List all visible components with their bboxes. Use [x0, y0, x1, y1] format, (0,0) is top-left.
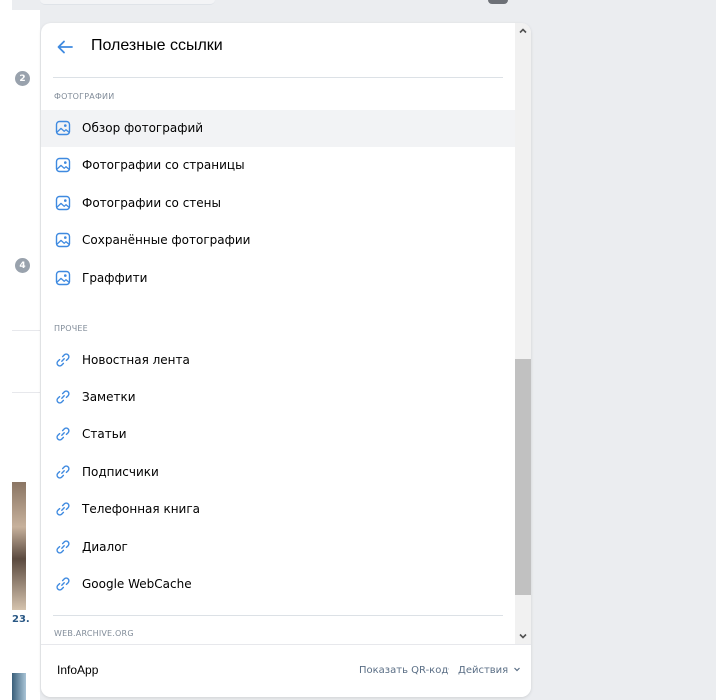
- link-label: Статьи: [82, 427, 127, 441]
- chevron-down-icon: [519, 633, 527, 639]
- image-icon: [55, 195, 71, 211]
- image-icon: [55, 270, 71, 286]
- background-photo-thumbnail: [12, 673, 26, 700]
- link-profile-photos[interactable]: Фотографии со страницы: [41, 147, 515, 184]
- link-photo-overview[interactable]: Обзор фотографий: [41, 110, 515, 147]
- link-icon: [56, 427, 70, 441]
- link-icon: [56, 540, 70, 554]
- image-icon: [55, 157, 71, 173]
- scrollbar[interactable]: [515, 23, 531, 644]
- chevron-up-icon: [519, 28, 527, 34]
- background-divider: [12, 330, 40, 331]
- section-title-web-archive: web.archive.org: [54, 629, 134, 638]
- image-icon: [55, 232, 71, 248]
- link-icon: [56, 465, 70, 479]
- scroll-up-button[interactable]: [515, 23, 531, 39]
- link-icon: [56, 502, 70, 516]
- background-divider: [12, 392, 40, 393]
- link-icon: [56, 577, 70, 591]
- link-graffiti[interactable]: Граффити: [41, 260, 515, 297]
- link-wall-photos[interactable]: Фотографии со стены: [41, 185, 515, 222]
- app-brand: InfoApp: [57, 663, 99, 677]
- page-left-edge: [0, 0, 12, 700]
- link-label: Граффити: [82, 271, 148, 285]
- link-icon: [56, 353, 70, 367]
- panel-title: Полезные ссылки: [91, 37, 223, 54]
- useful-links-panel: Полезные ссылки Фотографии Обзор фотогра…: [41, 23, 531, 697]
- link-subscribers[interactable]: Подписчики: [41, 454, 515, 491]
- panel-header: Полезные ссылки: [41, 23, 515, 78]
- arrow-left-icon: [57, 40, 73, 54]
- counter-badge: 4: [15, 258, 30, 273]
- show-qr-code-link[interactable]: Показать QR-код: [359, 665, 448, 676]
- counter-badge: 2: [15, 71, 30, 86]
- link-saved-photos[interactable]: Сохранённые фотографии: [41, 222, 515, 259]
- panel-footer: InfoApp Показать QR-код · Действия: [41, 644, 531, 697]
- background-caption-fragment: 23.: [12, 614, 30, 625]
- link-icon: [56, 390, 70, 404]
- chevron-down-icon: [514, 667, 521, 672]
- background-avatar: [488, 0, 508, 4]
- back-button[interactable]: [53, 35, 77, 59]
- link-notes[interactable]: Заметки: [41, 379, 515, 416]
- link-label: Сохранённые фотографии: [82, 233, 251, 247]
- section-title-other: Прочее: [54, 324, 88, 333]
- image-icon: [55, 120, 71, 136]
- link-news-feed[interactable]: Новостная лента: [41, 342, 515, 379]
- link-phone-book[interactable]: Телефонная книга: [41, 491, 515, 528]
- footer-separator: ·: [447, 665, 450, 675]
- section-title-photos: Фотографии: [54, 92, 115, 101]
- link-dialog[interactable]: Диалог: [41, 529, 515, 566]
- link-articles[interactable]: Статьи: [41, 416, 515, 453]
- link-label: Google WebCache: [82, 577, 192, 591]
- link-label: Диалог: [82, 540, 128, 554]
- scroll-down-button[interactable]: [515, 627, 531, 644]
- link-label: Заметки: [82, 390, 136, 404]
- link-label: Фотографии со страницы: [82, 158, 245, 172]
- actions-label: Действия: [458, 665, 509, 676]
- background-search-bar: [40, 0, 215, 5]
- links-list[interactable]: Фотографии Обзор фотографий Фотографии с…: [41, 78, 515, 644]
- link-label: Фотографии со стены: [82, 196, 221, 210]
- scrollbar-thumb[interactable]: [515, 359, 531, 595]
- link-label: Новостная лента: [82, 353, 190, 367]
- link-google-webcache[interactable]: Google WebCache: [41, 566, 515, 603]
- link-label: Подписчики: [82, 465, 159, 479]
- actions-menu-button[interactable]: Действия: [458, 665, 521, 676]
- section-divider: [53, 615, 503, 616]
- link-label: Обзор фотографий: [82, 121, 204, 135]
- background-photo-thumbnail: [12, 482, 26, 610]
- link-label: Телефонная книга: [82, 502, 200, 516]
